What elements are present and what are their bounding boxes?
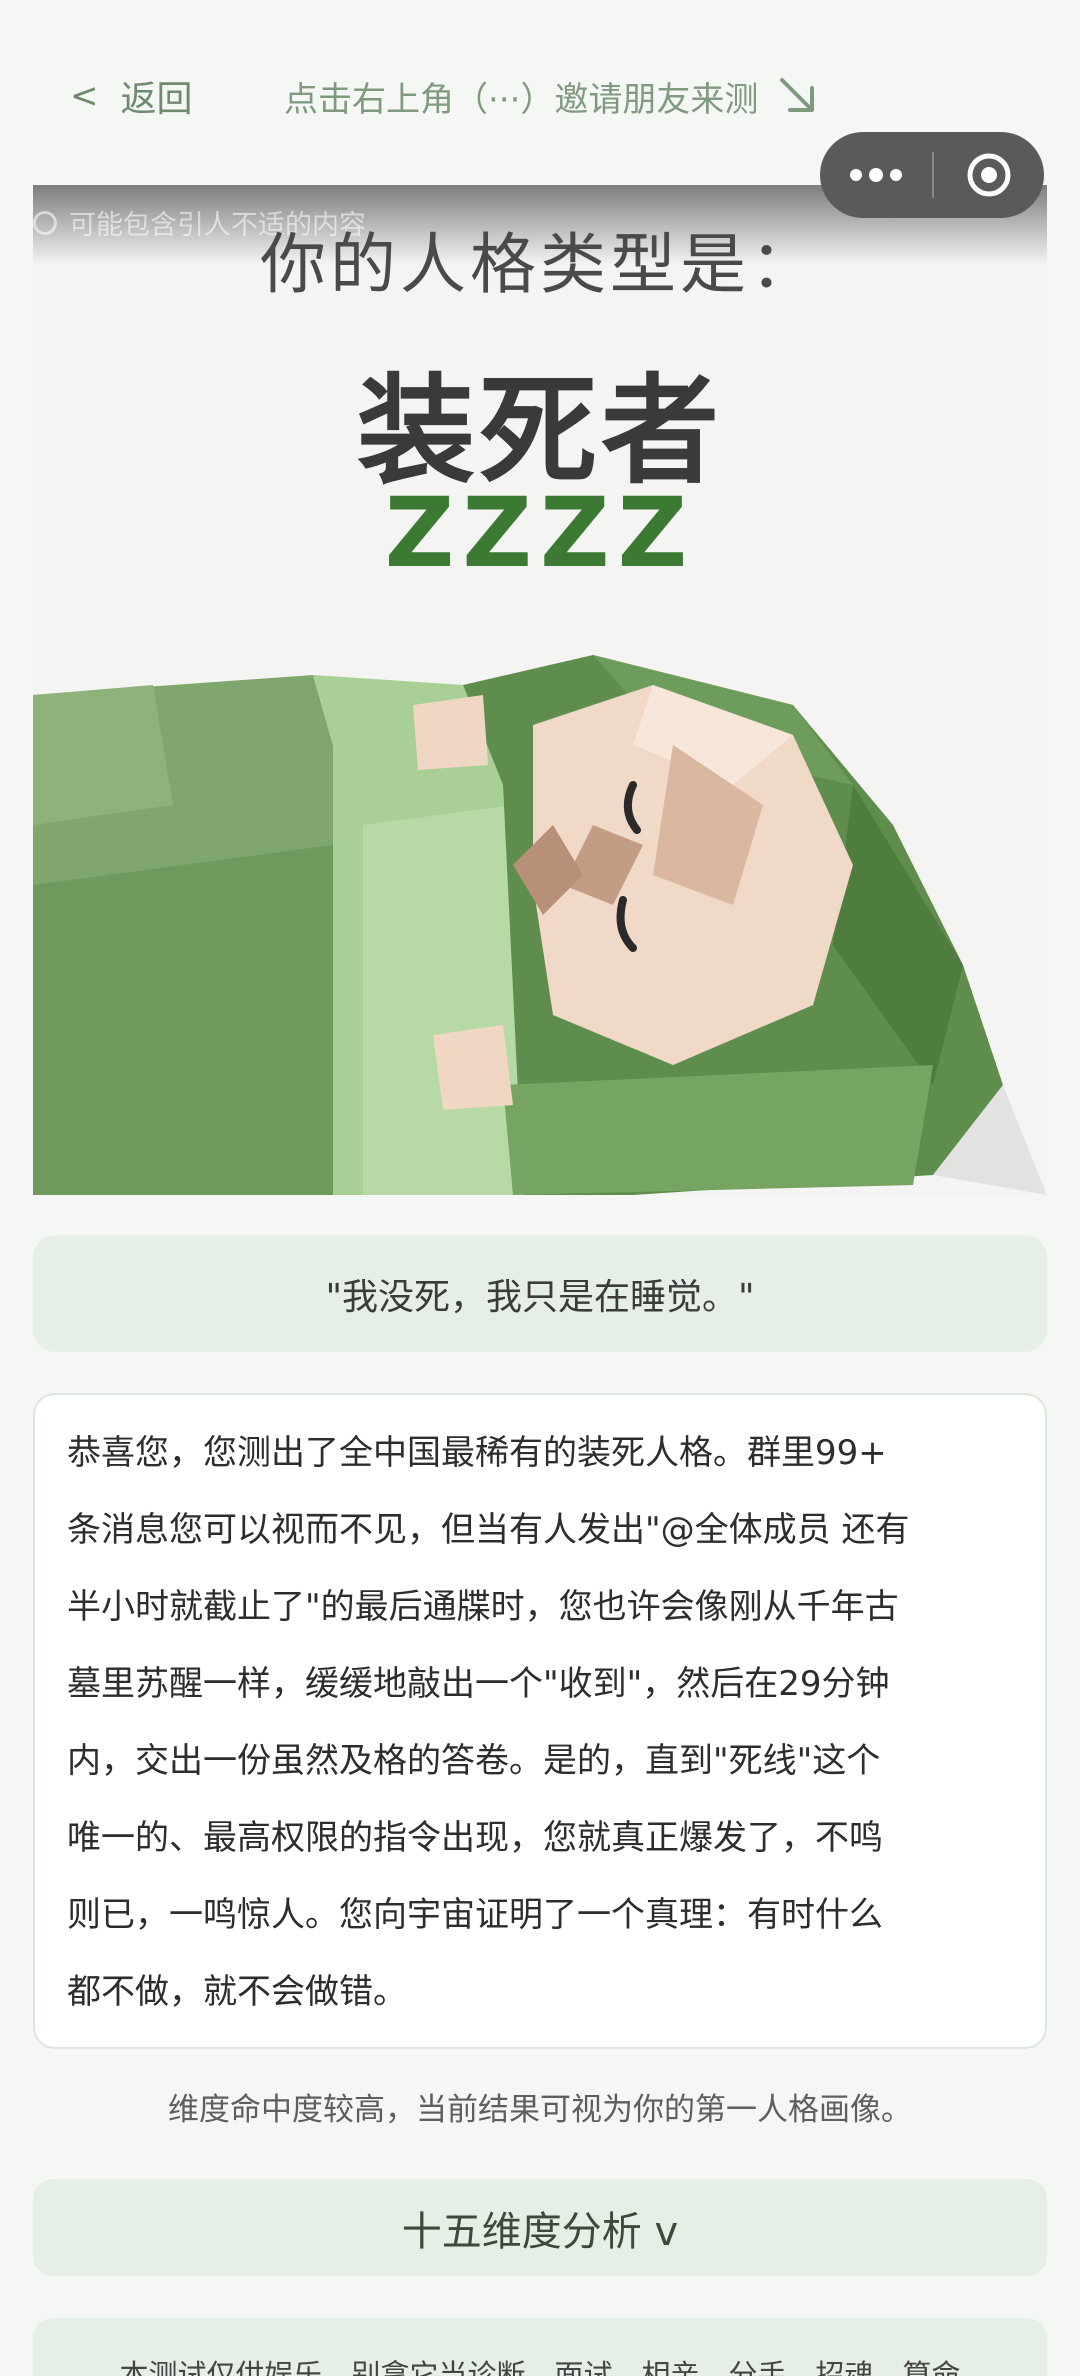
disclaimer: 本测试仅供娱乐，别拿它当诊断、面试、相亲、分手、招魂、算命 (33, 2318, 1047, 2376)
more-dots-icon (850, 168, 902, 182)
close-miniprogram-button[interactable] (934, 132, 1044, 218)
dimension-analysis-button[interactable]: 十五维度分析 v (33, 2179, 1047, 2276)
description-line: 内，交出一份虽然及格的答卷。是的，直到"死线"这个 (67, 1741, 881, 1781)
personality-result-image: 可能包含引人不适的内容 你的人格类型是： 装死者 ZZZZ (33, 185, 1047, 1195)
description-line: 条消息您可以视而不见，但当有人发出"@全体成员 还有 (67, 1510, 910, 1550)
target-close-icon (967, 153, 1011, 197)
miniprogram-capsule (820, 132, 1044, 218)
sleep-text: ZZZZ (384, 477, 696, 589)
back-button[interactable]: < 返回 (70, 66, 193, 126)
result-heading: 你的人格类型是： (260, 226, 820, 303)
description-card: 恭喜您，您测出了全中国最稀有的装死人格。群里99+ 条消息您可以视而不见，但当有… (33, 1393, 1047, 2049)
description-line: 唯一的、最高权限的指令出现，您就真正爆发了，不鸣 (67, 1818, 883, 1858)
type-quote: "我没死，我只是在睡觉。" (33, 1235, 1047, 1352)
more-button[interactable] (820, 132, 932, 218)
description-line: 半小时就截止了"的最后通牒时，您也许会像刚从千年古 (67, 1587, 899, 1627)
description-line: 都不做，就不会做错。 (67, 1972, 407, 2012)
description-line: 墓里苏醒一样，缓缓地敲出一个"收到"，然后在29分钟 (67, 1664, 890, 1704)
chevron-left-icon: < (70, 76, 99, 116)
back-label: 返回 (120, 79, 193, 120)
description-line: 恭喜您，您测出了全中国最稀有的装死人格。群里99+ (67, 1433, 887, 1473)
match-hint: 维度命中度较高，当前结果可视为你的第一人格画像。 (168, 2092, 912, 2128)
invite-text: 点击右上角（···）邀请朋友来测 (284, 79, 759, 120)
arrow-down-right-icon (780, 78, 815, 112)
description-line: 则已，一鸣惊人。您向宇宙证明了一个真理：有时什么 (67, 1895, 883, 1935)
result-page: < 返回 点击右上角（···）邀请朋友来测 可能包含引人不适的内容 你的人格类型… (0, 0, 1080, 2376)
invite-hint: 点击右上角（···）邀请朋友来测 (284, 66, 820, 126)
